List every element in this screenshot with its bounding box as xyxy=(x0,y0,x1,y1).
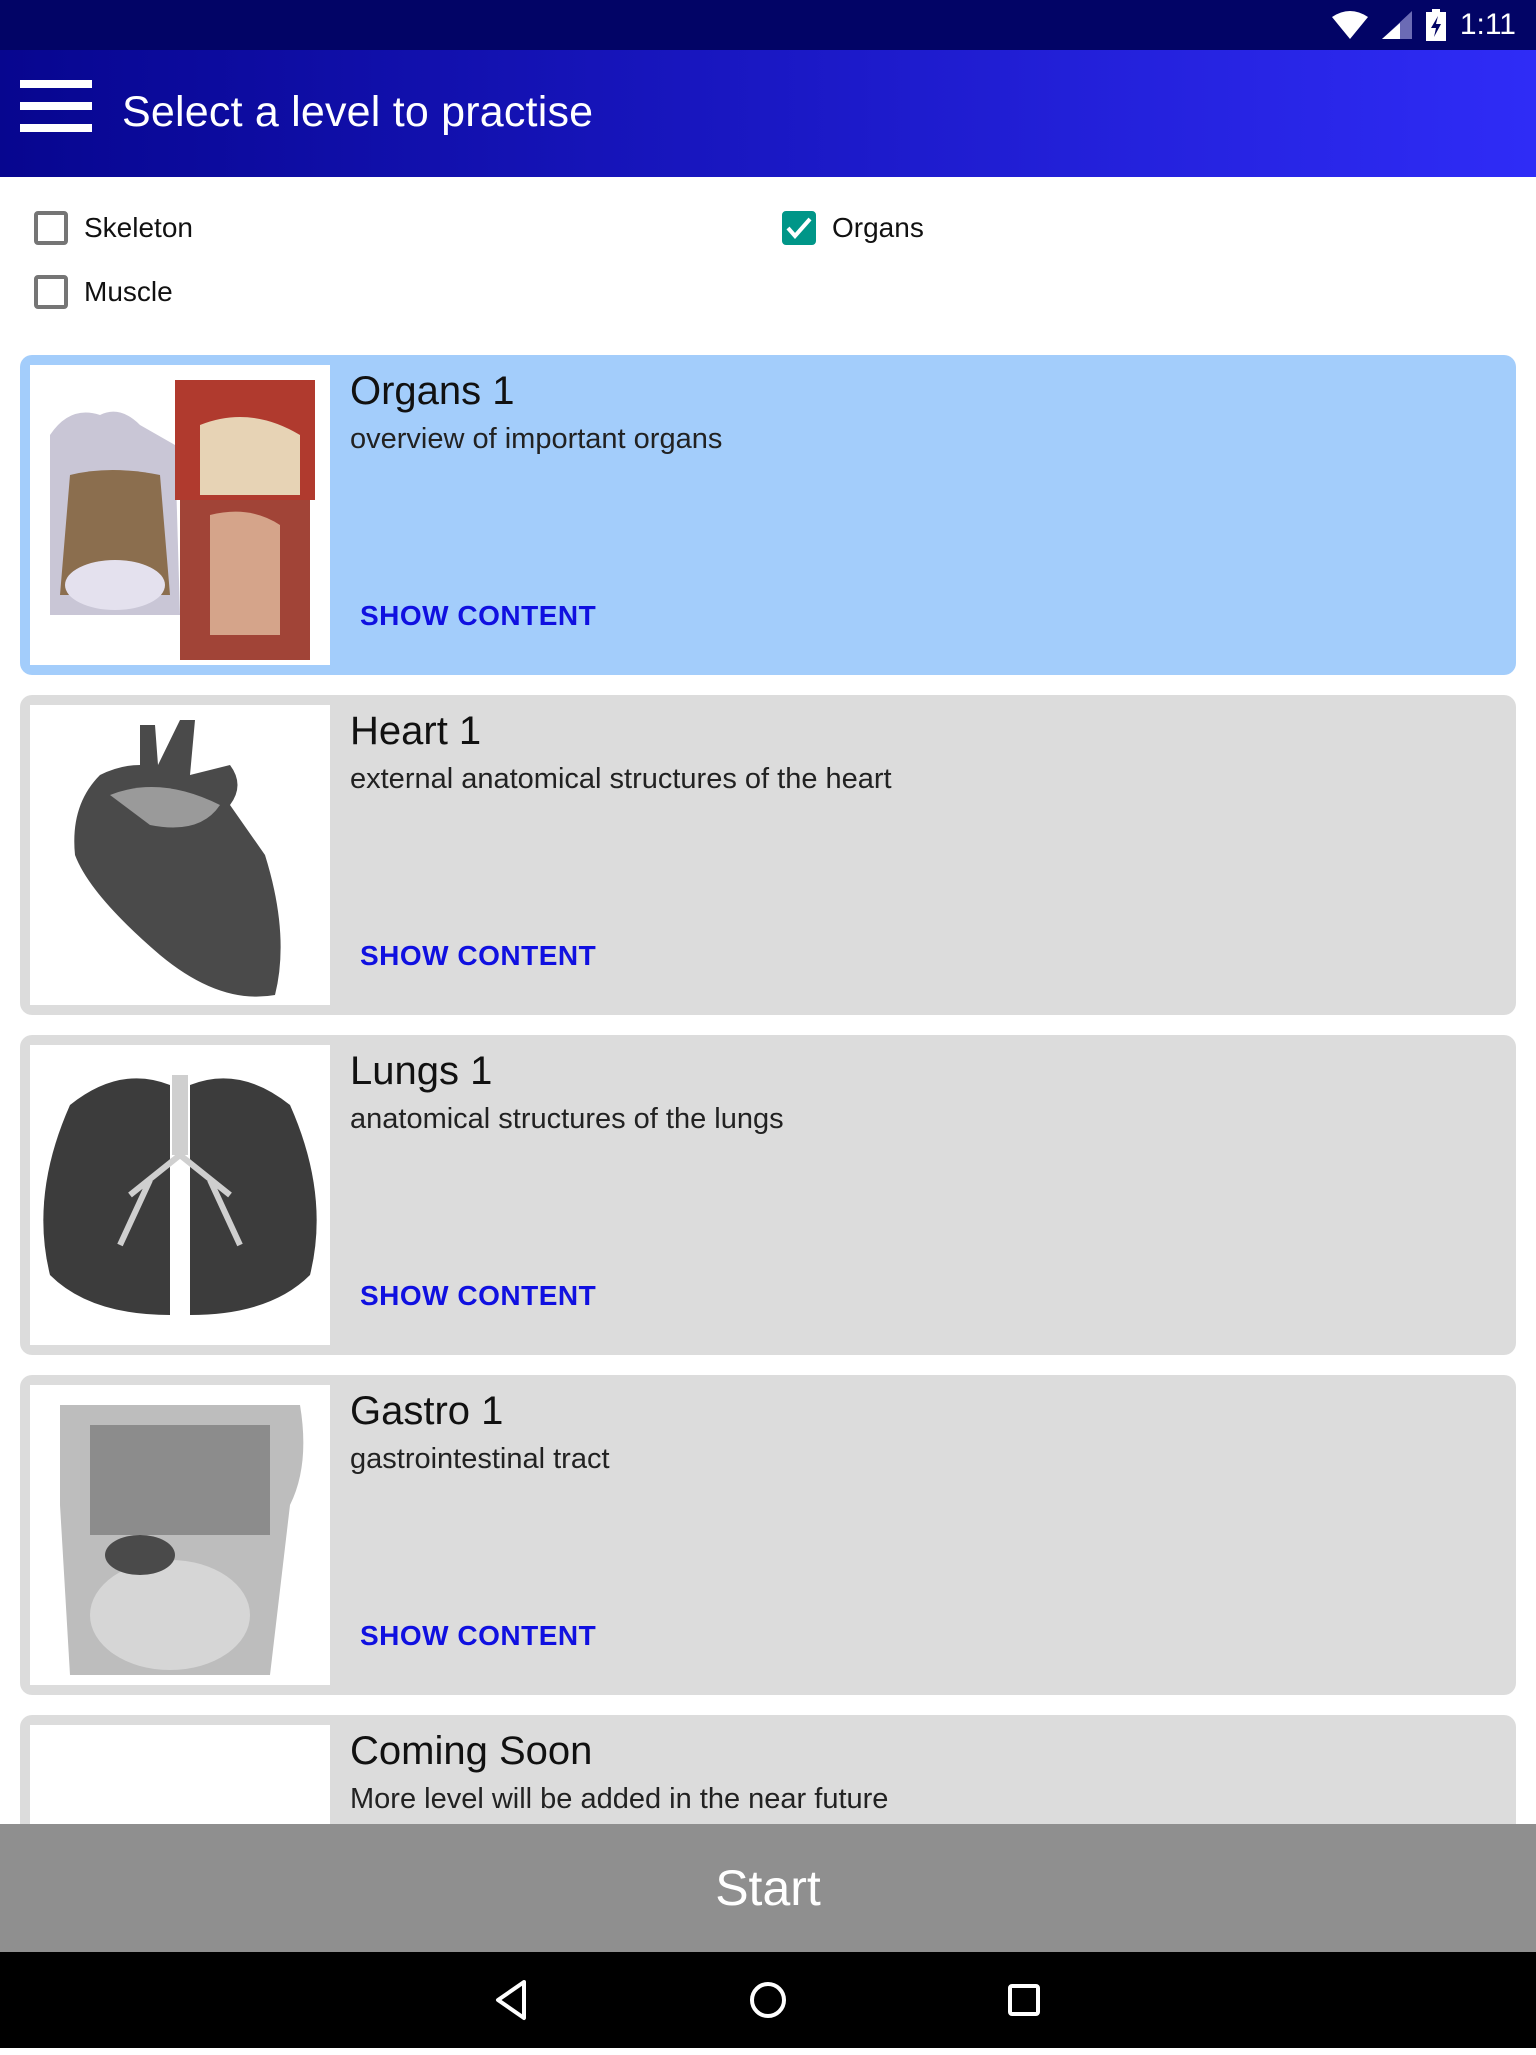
check-icon xyxy=(786,217,812,239)
show-content-button[interactable]: SHOW CONTENT xyxy=(360,600,596,632)
lungs-illustration xyxy=(30,1045,330,1345)
recents-icon[interactable] xyxy=(994,1970,1054,2030)
filter-muscle[interactable]: Muscle xyxy=(34,275,173,309)
level-description: anatomical structures of the lungs xyxy=(350,1103,784,1135)
level-list: Organs 1 overview of important organs SH… xyxy=(20,355,1516,2055)
heart-illustration xyxy=(30,705,330,1005)
checkbox-muscle[interactable] xyxy=(34,275,68,309)
level-description: external anatomical structures of the he… xyxy=(350,763,892,795)
filter-skeleton[interactable]: Skeleton xyxy=(34,211,193,245)
start-button[interactable]: Start xyxy=(0,1824,1536,1952)
filter-label: Muscle xyxy=(84,276,173,307)
level-title: Gastro 1 xyxy=(350,1389,504,1433)
back-icon[interactable] xyxy=(482,1970,542,2030)
category-filters: Skeleton Organs Muscle xyxy=(0,177,1536,347)
app-bar: Select a level to practise xyxy=(0,50,1536,177)
level-description: gastrointestinal tract xyxy=(350,1443,610,1475)
signal-icon xyxy=(1381,11,1412,39)
hamburger-menu-icon[interactable] xyxy=(20,80,92,132)
start-label: Start xyxy=(715,1860,821,1916)
filter-label: Skeleton xyxy=(84,212,193,243)
organs-illustration xyxy=(30,365,330,665)
clock: 1:11 xyxy=(1459,8,1516,41)
level-card-heart[interactable]: Heart 1 external anatomical structures o… xyxy=(20,695,1516,1015)
checkbox-skeleton[interactable] xyxy=(34,211,68,245)
filter-label: Organs xyxy=(832,212,924,243)
level-description: overview of important organs xyxy=(350,423,723,455)
navigation-bar xyxy=(0,1952,1536,2048)
level-title: Heart 1 xyxy=(350,709,482,753)
level-card-organs[interactable]: Organs 1 overview of important organs SH… xyxy=(20,355,1516,675)
gastro-illustration xyxy=(30,1385,330,1685)
checkbox-organs[interactable] xyxy=(782,211,816,245)
show-content-button[interactable]: SHOW CONTENT xyxy=(360,940,596,972)
level-description: More level will be added in the near fut… xyxy=(350,1783,889,1815)
filter-organs[interactable]: Organs xyxy=(782,211,924,245)
page-title: Select a level to practise xyxy=(122,88,594,136)
level-title: Organs 1 xyxy=(350,369,515,413)
show-content-button[interactable]: SHOW CONTENT xyxy=(360,1620,596,1652)
show-content-button[interactable]: SHOW CONTENT xyxy=(360,1280,596,1312)
wifi-icon xyxy=(1331,11,1368,39)
battery-charging-icon xyxy=(1425,9,1446,41)
level-title: Lungs 1 xyxy=(350,1049,493,1093)
status-bar: 1:11 xyxy=(0,0,1536,50)
level-title: Coming Soon xyxy=(350,1729,593,1773)
home-icon[interactable] xyxy=(738,1970,798,2030)
level-card-gastro[interactable]: Gastro 1 gastrointestinal tract SHOW CON… xyxy=(20,1375,1516,1695)
status-icons: 1:11 xyxy=(1331,0,1516,50)
level-card-lungs[interactable]: Lungs 1 anatomical structures of the lun… xyxy=(20,1035,1516,1355)
